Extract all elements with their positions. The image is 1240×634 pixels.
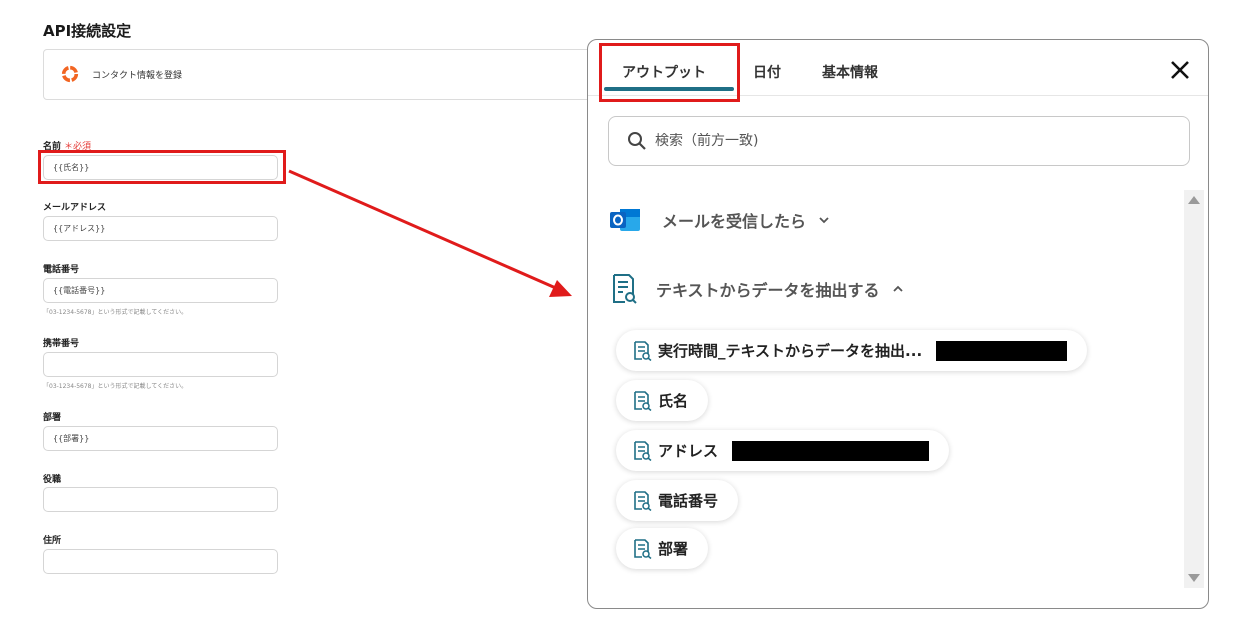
app-card[interactable]: コンタクト情報を登録	[43, 49, 603, 100]
output-item-label: 電話番号	[658, 492, 719, 510]
department-input[interactable]: {{部署}}	[43, 426, 278, 451]
output-item-address[interactable]: アドレス	[616, 430, 950, 471]
group-text-extraction[interactable]: テキストからデータを抽出する	[610, 273, 904, 305]
app-logo-icon	[61, 65, 79, 83]
section-title: API接続設定	[43, 22, 132, 40]
group-label: テキストからデータを抽出する	[656, 281, 880, 300]
output-item-label: アドレス	[658, 442, 719, 460]
search-box[interactable]	[608, 116, 1190, 166]
output-panel: アウトプット 日付 基本情報 メールを受信したら	[587, 39, 1209, 609]
title-input[interactable]	[43, 487, 278, 512]
scrollbar[interactable]	[1184, 190, 1204, 588]
field-label-title: 役職	[43, 475, 62, 485]
phone-hint: 「03-1234-5678」という形式で記載してください。	[43, 309, 188, 316]
field-label-phone: 電話番号	[43, 265, 80, 275]
document-search-icon	[613, 274, 637, 304]
app-name: コンタクト情報を登録	[92, 71, 183, 81]
field-label-email: メールアドレス	[43, 203, 107, 213]
scroll-down-arrow-icon[interactable]	[1188, 574, 1200, 582]
address-input[interactable]	[43, 549, 278, 574]
close-icon[interactable]	[1168, 58, 1192, 82]
chevron-down-icon	[819, 217, 829, 224]
document-search-icon	[634, 490, 652, 511]
phone-input[interactable]: {{電話番号}}	[43, 278, 278, 303]
name-input-highlight	[38, 150, 286, 184]
output-item-execution-time[interactable]: 実行時間_テキストからデータを抽出...	[616, 330, 1088, 371]
group-label: メールを受信したら	[662, 212, 807, 231]
tab-basic-info[interactable]: 基本情報	[822, 62, 878, 82]
redacted-value	[936, 340, 1068, 361]
output-item-phone[interactable]: 電話番号	[616, 480, 739, 521]
email-input[interactable]: {{アドレス}}	[43, 216, 278, 241]
search-icon	[628, 132, 646, 150]
outlook-icon	[610, 209, 640, 231]
output-item-name[interactable]: 氏名	[616, 380, 709, 421]
document-search-icon	[634, 440, 652, 461]
search-input[interactable]	[655, 133, 1175, 149]
group-mail-received[interactable]: メールを受信したら	[610, 206, 830, 234]
document-search-icon	[634, 340, 652, 361]
tab-output-highlight	[599, 43, 740, 102]
field-label-mobile: 携帯番号	[43, 339, 80, 349]
field-label-address: 住所	[43, 536, 62, 546]
field-label-department: 部署	[43, 413, 62, 423]
scroll-up-arrow-icon[interactable]	[1188, 196, 1200, 204]
output-item-label: 実行時間_テキストからデータを抽出...	[658, 342, 923, 360]
chevron-up-icon	[892, 285, 903, 292]
panel-tabs: アウトプット 日付 基本情報	[588, 40, 1208, 102]
mobile-hint: 「03-1234-5678」という形式で記載してください。	[43, 383, 188, 390]
mobile-input[interactable]	[43, 352, 278, 377]
output-item-label: 部署	[658, 540, 689, 558]
tab-date[interactable]: 日付	[753, 62, 781, 82]
document-search-icon	[634, 538, 652, 559]
output-item-label: 氏名	[658, 392, 689, 410]
output-item-department[interactable]: 部署	[616, 528, 709, 569]
redacted-value	[732, 440, 930, 461]
document-search-icon	[634, 390, 652, 411]
